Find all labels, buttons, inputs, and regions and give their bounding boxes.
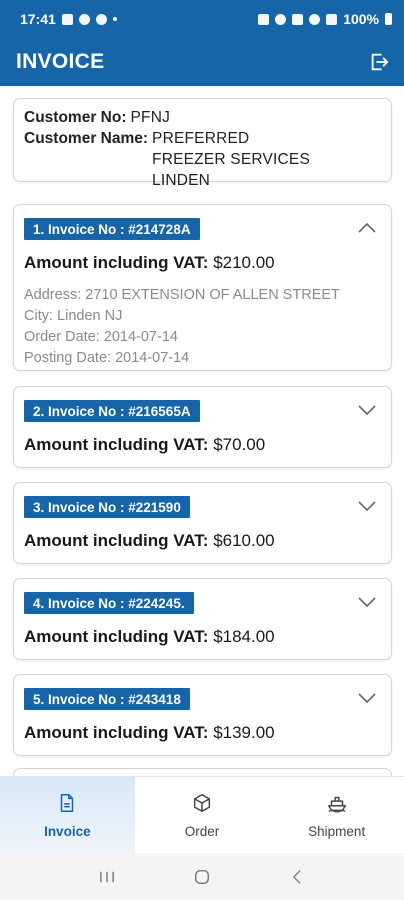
nav-label-invoice: Invoice	[44, 823, 91, 839]
system-navigation-bar	[0, 853, 404, 900]
wifi-icon	[309, 13, 321, 25]
nav-item-order[interactable]: Order	[135, 777, 270, 853]
invoice-number-badge: 4. Invoice No : #224245.	[24, 592, 194, 614]
invoice-number-badge: 5. Invoice No : #243418	[24, 688, 190, 710]
invoice-number-badge: 3. Invoice No : #221590	[24, 496, 190, 518]
amount-value: $610.00	[213, 531, 275, 550]
chevron-down-icon[interactable]	[357, 403, 377, 417]
chat-notification-icon	[78, 13, 90, 25]
invoice-details: Address: 2710 EXTENSION OF ALLEN STREET …	[24, 285, 340, 369]
invoice-list[interactable]: Customer No: PFNJ Customer Name: PREFERR…	[0, 86, 404, 776]
bottom-navigation: Invoice Order Shipment	[0, 776, 404, 853]
lock-icon	[258, 13, 270, 25]
amount-value: $70.00	[213, 435, 266, 454]
gallery-notification-icon	[61, 13, 73, 25]
chevron-up-icon[interactable]	[357, 221, 377, 235]
invoice-card[interactable]: 1. Invoice No : #214728A Amount includin…	[13, 204, 392, 371]
invoice-address: Address: 2710 EXTENSION OF ALLEN STREET	[24, 287, 340, 303]
invoice-card[interactable]: 5. Invoice No : #243418 Amount including…	[13, 674, 392, 756]
app-bar: INVOICE	[0, 38, 404, 86]
amount-label: Amount including VAT:	[24, 531, 209, 550]
invoice-number-badge: 2. Invoice No : #216565A	[24, 400, 200, 422]
amount-label: Amount including VAT:	[24, 253, 209, 272]
nav-label-order: Order	[184, 823, 220, 839]
invoice-card[interactable]: 4. Invoice No : #224245. Amount includin…	[13, 578, 392, 660]
home-icon[interactable]	[182, 862, 222, 892]
invoice-card-partial[interactable]	[13, 768, 392, 776]
amount-label: Amount including VAT:	[24, 723, 209, 742]
nav-item-invoice[interactable]: Invoice	[0, 777, 135, 853]
nav-label-shipment: Shipment	[308, 823, 366, 839]
battery-percent: 100%	[343, 11, 379, 27]
invoice-amount: Amount including VAT: $184.00	[24, 627, 275, 647]
chevron-down-icon[interactable]	[357, 499, 377, 513]
logout-icon[interactable]	[368, 51, 390, 73]
signal-icon	[326, 13, 338, 25]
customer-no-label: Customer No:	[24, 109, 127, 126]
recent-apps-icon[interactable]	[87, 862, 127, 892]
mute-icon	[292, 13, 304, 25]
invoice-amount: Amount including VAT: $139.00	[24, 723, 275, 743]
battery-icon	[385, 13, 392, 25]
back-icon[interactable]	[277, 862, 317, 892]
facebook-notification-icon	[95, 13, 107, 25]
invoice-card[interactable]: 2. Invoice No : #216565A Amount includin…	[13, 386, 392, 468]
amount-value: $184.00	[213, 627, 275, 646]
amount-label: Amount including VAT:	[24, 435, 209, 454]
ship-icon	[327, 796, 346, 813]
invoice-number-badge: 1. Invoice No : #214728A	[24, 218, 200, 240]
invoice-amount: Amount including VAT: $610.00	[24, 531, 275, 551]
customer-info-card: Customer No: PFNJ Customer Name: PREFERR…	[13, 98, 392, 189]
nav-item-shipment[interactable]: Shipment	[269, 777, 404, 853]
invoice-posting-date: Posting Date: 2014-07-14	[24, 350, 190, 366]
invoice-amount: Amount including VAT: $210.00	[24, 253, 275, 273]
customer-name-value: PREFERRED FREEZER SERVICES LINDEN	[152, 130, 310, 189]
box-icon	[193, 793, 211, 812]
invoice-city: City: Linden NJ	[24, 308, 123, 324]
chevron-down-icon[interactable]	[357, 595, 377, 609]
more-notifications-dot-icon	[112, 17, 117, 21]
customer-no-value: PFNJ	[130, 109, 171, 126]
alarm-icon	[275, 13, 287, 25]
chevron-down-icon[interactable]	[357, 691, 377, 705]
customer-name-label: Customer Name:	[24, 130, 149, 147]
amount-label: Amount including VAT:	[24, 627, 209, 646]
invoice-order-date: Order Date: 2014-07-14	[24, 329, 178, 345]
page-title: INVOICE	[16, 50, 105, 73]
invoice-amount: Amount including VAT: $70.00	[24, 435, 265, 455]
invoice-card[interactable]: 3. Invoice No : #221590 Amount including…	[13, 482, 392, 564]
status-time: 17:41	[20, 11, 56, 27]
amount-value: $139.00	[213, 723, 275, 742]
amount-value: $210.00	[213, 253, 275, 272]
document-icon	[61, 793, 74, 812]
status-bar: 17:41 100%	[0, 0, 404, 38]
